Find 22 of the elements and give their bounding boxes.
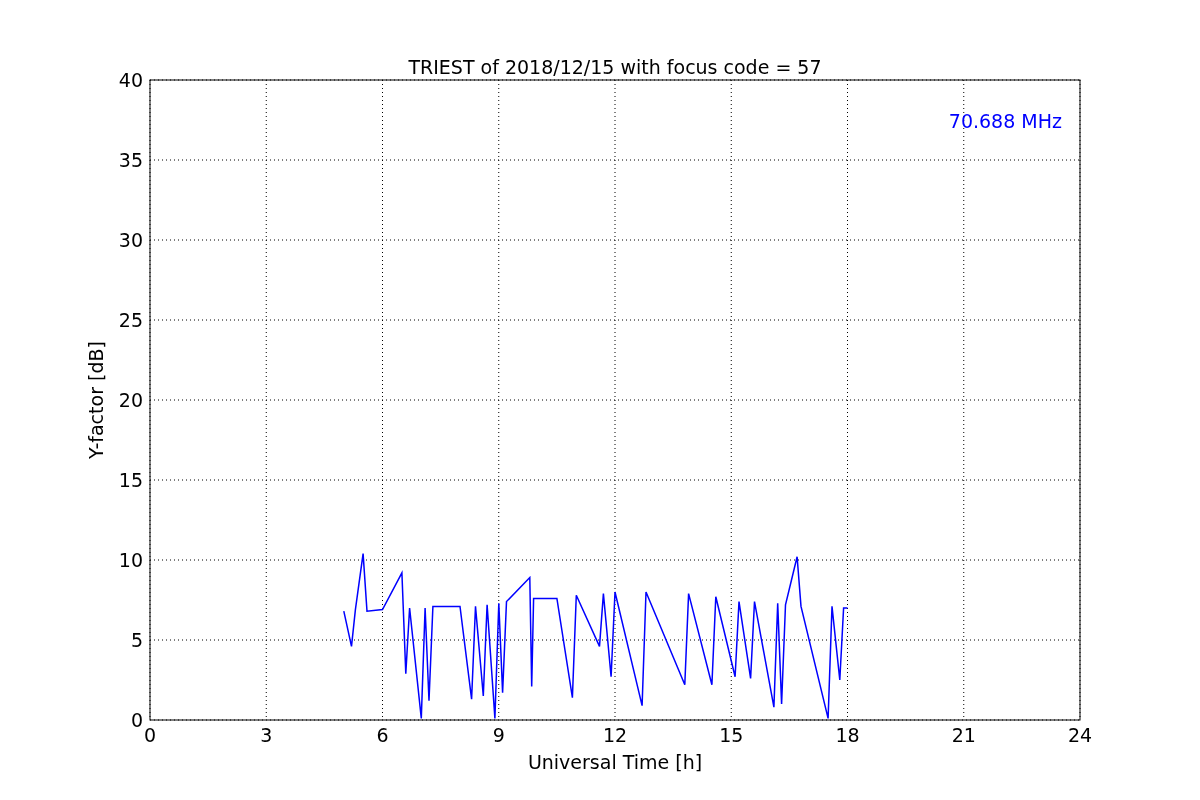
x-tick-label: 24 [1067, 724, 1093, 746]
x-tick-label: 21 [951, 724, 976, 746]
y-tick-label: 30 [118, 229, 143, 251]
x-tick-label: 6 [376, 724, 389, 746]
x-tick-label: 15 [719, 724, 744, 746]
x-axis-label: Universal Time [h] [527, 751, 703, 773]
y-tick-label: 35 [118, 149, 143, 171]
y-tick-label: 15 [118, 469, 143, 491]
y-tick-label: 0 [130, 709, 143, 731]
chart-title: TRIEST of 2018/12/15 with focus code = 57 [408, 56, 822, 78]
y-tick-label: 25 [118, 309, 143, 331]
x-tick-label: 0 [143, 724, 157, 746]
x-tick-label: 12 [602, 724, 628, 746]
x-tick-label: 9 [492, 724, 505, 746]
x-tick-label: 3 [260, 724, 273, 746]
y-tick-label: 40 [118, 69, 143, 91]
series-label: 70.688 MHz [948, 110, 1062, 132]
y-tick-label: 10 [118, 549, 143, 571]
y-axis-label: Y-factor [dB] [85, 341, 107, 459]
x-tick-label: 18 [835, 724, 860, 746]
y-tick-label: 20 [118, 389, 143, 411]
y-tick-label: 5 [130, 629, 143, 651]
